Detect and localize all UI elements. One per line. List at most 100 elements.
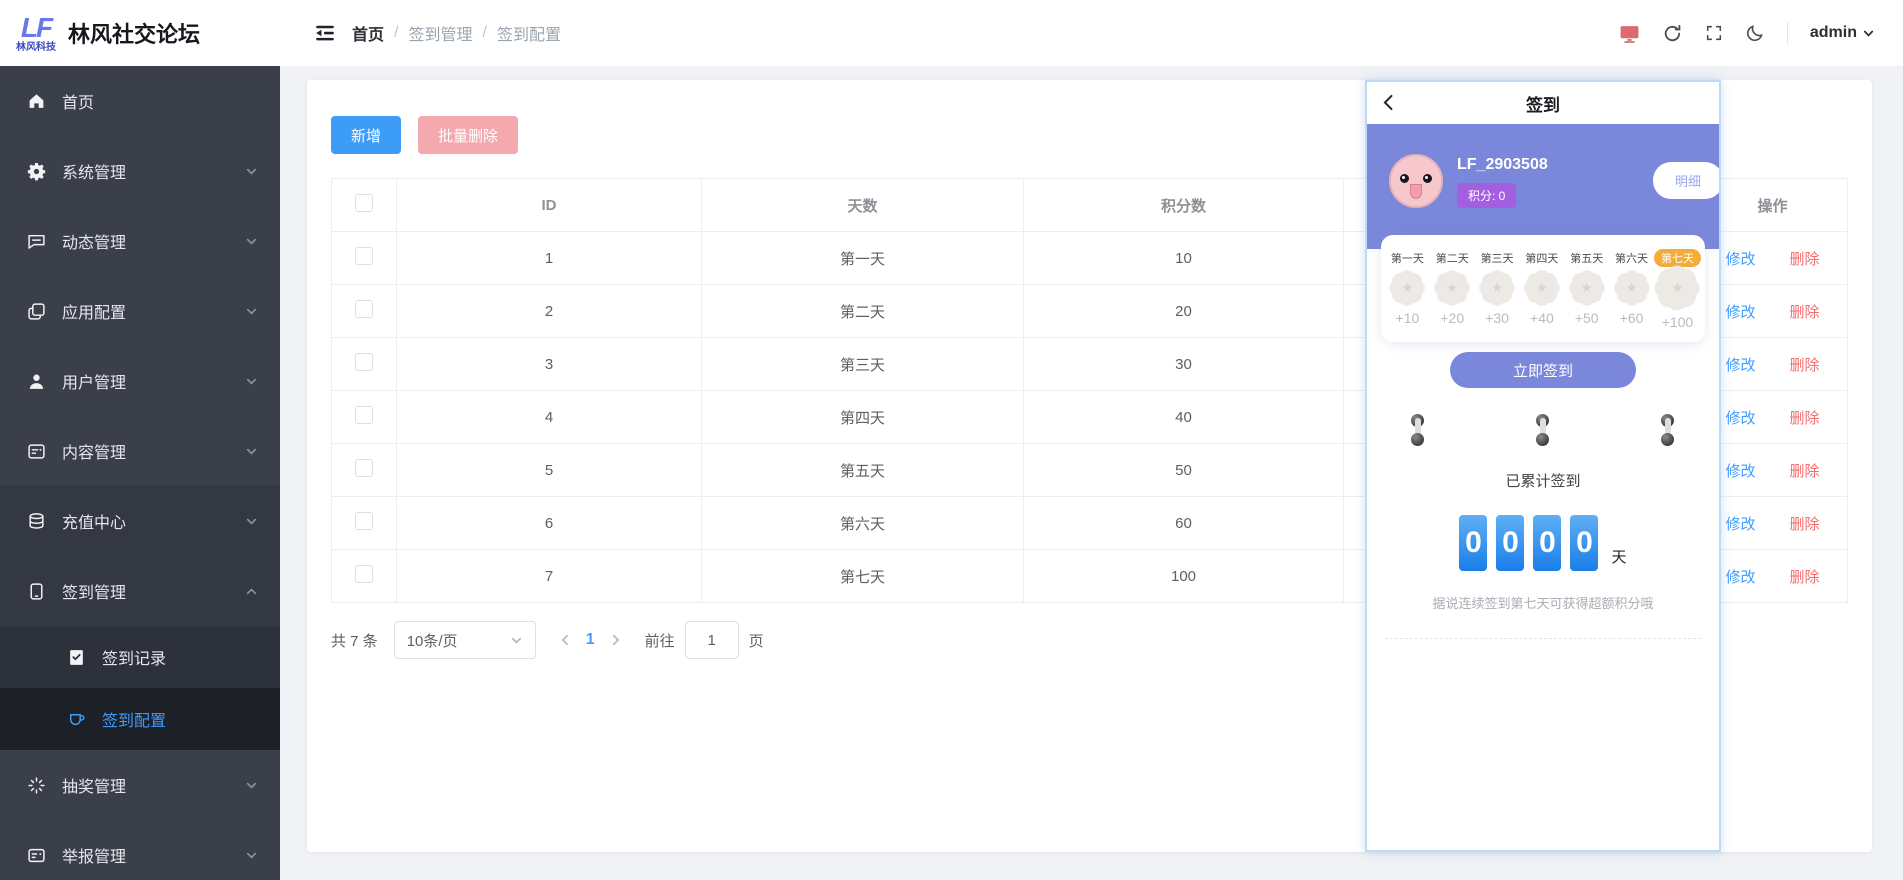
next-page-icon[interactable] bbox=[609, 633, 623, 647]
select-all-header-cell bbox=[331, 178, 397, 232]
sidebar-item-content[interactable]: 内容管理 bbox=[0, 416, 280, 486]
cell-day: 第一天 bbox=[701, 231, 1024, 285]
goto-page-input[interactable] bbox=[684, 621, 739, 659]
edit-link[interactable]: 修改 bbox=[1725, 410, 1755, 427]
row-checkbox[interactable] bbox=[355, 565, 373, 583]
sidebar-item-lottery[interactable]: 抽奖管理 bbox=[0, 750, 280, 820]
edit-link[interactable]: 修改 bbox=[1725, 357, 1755, 374]
fullscreen-icon[interactable] bbox=[1705, 24, 1723, 42]
star-icon: ★ bbox=[1491, 280, 1503, 295]
delete-link[interactable]: 删除 bbox=[1790, 516, 1820, 533]
page-size-select[interactable]: 10条/页 bbox=[393, 621, 536, 659]
cell-points: 20 bbox=[1023, 284, 1344, 338]
refresh-icon[interactable] bbox=[1662, 23, 1683, 44]
app-logo: LF 林风科技 林风社交论坛 bbox=[0, 13, 280, 53]
admin-menu[interactable]: admin bbox=[1810, 24, 1875, 42]
sidebar-item-report[interactable]: 举报管理 bbox=[0, 820, 280, 880]
row-checkbox[interactable] bbox=[355, 406, 373, 424]
sidebar-item-label: 签到管理 bbox=[62, 585, 127, 602]
sidebar-item-label: 应用配置 bbox=[62, 305, 127, 322]
fold-menu-icon[interactable] bbox=[314, 22, 336, 44]
counter-digit: 0 bbox=[1533, 515, 1562, 571]
breadcrumb: 首页 / 签到管理 / 签到配置 bbox=[352, 21, 561, 45]
edit-link[interactable]: 修改 bbox=[1725, 251, 1755, 268]
row-checkbox[interactable] bbox=[355, 247, 373, 265]
breadcrumb-separator: / bbox=[394, 24, 399, 41]
sidebar: 首页 系统管理 动态管理应用配置用户管理内容管理充值中心签到管理签到记录 签到配置抽奖… bbox=[0, 66, 280, 880]
signin-now-button[interactable]: 立即签到 bbox=[1450, 352, 1636, 388]
moon-icon[interactable] bbox=[1745, 23, 1765, 43]
medal-icon: ★ bbox=[1616, 273, 1647, 303]
row-checkbox[interactable] bbox=[355, 353, 373, 371]
edit-link[interactable]: 修改 bbox=[1725, 569, 1755, 586]
gear-icon bbox=[26, 162, 46, 181]
day-reward: +20 bbox=[1440, 310, 1465, 326]
select-all-checkbox[interactable] bbox=[355, 194, 373, 212]
cell-points: 30 bbox=[1023, 337, 1344, 391]
day-label: 第五天 bbox=[1570, 253, 1604, 265]
delete-link[interactable]: 删除 bbox=[1790, 304, 1820, 321]
column-header: ID bbox=[396, 178, 702, 232]
batch-delete-button[interactable]: 批量删除 bbox=[418, 116, 519, 154]
edit-link[interactable]: 修改 bbox=[1725, 516, 1755, 533]
day-label: 第三天 bbox=[1480, 253, 1514, 265]
cell-points: 40 bbox=[1023, 390, 1344, 444]
delete-link[interactable]: 删除 bbox=[1790, 463, 1820, 480]
sidebar-item-label: 内容管理 bbox=[62, 445, 127, 462]
sidebar-item-label: 抽奖管理 bbox=[62, 779, 127, 796]
current-page-number[interactable]: 1 bbox=[586, 631, 595, 649]
chevron-down-icon bbox=[245, 849, 258, 862]
add-button[interactable]: 新增 bbox=[331, 116, 402, 154]
breadcrumb-item[interactable]: 签到管理 bbox=[408, 21, 472, 45]
cell-points: 100 bbox=[1023, 549, 1344, 603]
row-checkbox[interactable] bbox=[355, 459, 373, 477]
screen-icon[interactable] bbox=[1619, 23, 1640, 44]
chain-link-icon bbox=[1661, 414, 1675, 446]
day-reward: +40 bbox=[1530, 310, 1554, 326]
sidebar-item-system[interactable]: 系统管理 bbox=[0, 136, 280, 206]
logo-icon: LF 林风科技 bbox=[16, 13, 56, 53]
row-checkbox[interactable] bbox=[355, 300, 373, 318]
row-checkbox-cell bbox=[331, 549, 397, 603]
detail-button[interactable]: 明细 bbox=[1652, 162, 1719, 199]
user-icon bbox=[26, 372, 46, 391]
edit-link[interactable]: 修改 bbox=[1725, 463, 1755, 480]
sidebar-item-dynamic[interactable]: 动态管理 bbox=[0, 206, 280, 276]
total-count-label: 共 7 条 bbox=[331, 632, 378, 650]
points-badge: 积分: 0 bbox=[1457, 183, 1517, 208]
sidebar-item-user[interactable]: 用户管理 bbox=[0, 346, 280, 416]
cell-day: 第六天 bbox=[701, 496, 1024, 550]
sidebar-item-recharge[interactable]: 充值中心 bbox=[0, 486, 280, 556]
row-checkbox-cell bbox=[331, 231, 397, 285]
delete-link[interactable]: 删除 bbox=[1790, 357, 1820, 374]
star-icon: ★ bbox=[1401, 280, 1414, 295]
day-label: 第一天 bbox=[1390, 253, 1424, 265]
username: LF_2903508 bbox=[1457, 156, 1548, 173]
prev-page-icon[interactable] bbox=[558, 633, 572, 647]
breadcrumb-item[interactable]: 首页 bbox=[352, 21, 384, 45]
avatar-eye bbox=[1423, 174, 1432, 183]
sidebar-item-app-config[interactable]: 应用配置 bbox=[0, 276, 280, 346]
row-checkbox[interactable] bbox=[355, 512, 373, 530]
phone-header: 签到 bbox=[1367, 82, 1719, 124]
copy-icon bbox=[26, 302, 46, 321]
signin-day-item: 第七天 ★ +100 bbox=[1653, 249, 1701, 330]
back-icon[interactable] bbox=[1379, 93, 1398, 112]
user-banner: LF_2903508 积分: 0 明细 bbox=[1367, 124, 1719, 249]
delete-link[interactable]: 删除 bbox=[1790, 410, 1820, 427]
column-header: 积分数 bbox=[1023, 178, 1344, 232]
edit-link[interactable]: 修改 bbox=[1725, 304, 1755, 321]
delete-link[interactable]: 删除 bbox=[1790, 251, 1820, 268]
breadcrumb-item[interactable]: 签到配置 bbox=[497, 21, 561, 45]
sidebar-item-home[interactable]: 首页 bbox=[0, 66, 280, 136]
star-icon: ★ bbox=[1536, 280, 1548, 295]
chevron-down-icon bbox=[245, 375, 258, 388]
delete-link[interactable]: 删除 bbox=[1790, 569, 1820, 586]
star-icon: ★ bbox=[1446, 280, 1459, 295]
chevron-down-icon bbox=[245, 165, 258, 178]
sidebar-item-signin-config[interactable]: 签到配置 bbox=[0, 688, 280, 750]
signin-day-item: 第六天 ★ +60 bbox=[1609, 249, 1654, 330]
page-controls: 1 bbox=[558, 631, 623, 649]
sidebar-item-signin-record[interactable]: 签到记录 bbox=[0, 626, 280, 688]
sidebar-item-signin[interactable]: 签到管理 bbox=[0, 556, 280, 626]
